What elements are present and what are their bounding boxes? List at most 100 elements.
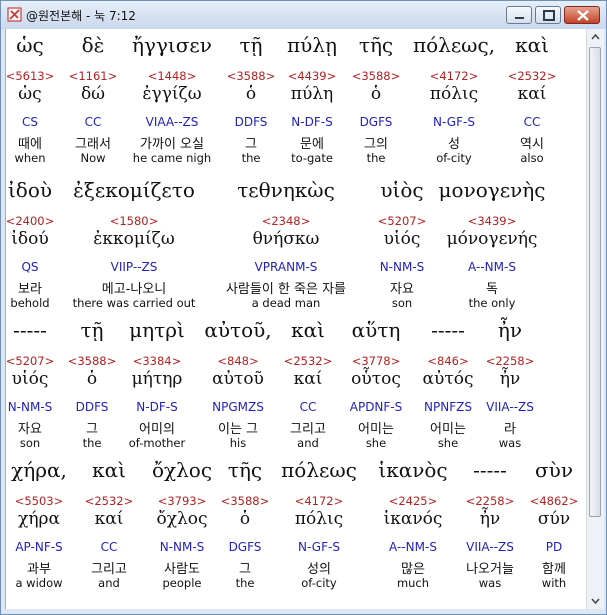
lemma: καί [517,84,547,104]
korean-gloss: 어미는 [358,422,394,437]
korean-gloss: 많은 [401,562,425,577]
greek-word[interactable]: ----- [13,318,47,342]
morphology-code: DGFS [359,115,393,129]
greek-word[interactable]: ὡς [16,33,44,57]
greek-word[interactable]: ἦν [498,318,522,342]
korean-gloss: 어미의 [139,422,175,437]
title-bar[interactable]: @원전본해 - 눅 7:12 [1,1,606,29]
greek-word[interactable]: πύλῃ [287,33,337,57]
english-gloss: behold [10,296,50,310]
lemma: μόνογενής [446,229,538,249]
morphology-code: NPGMZS [212,400,264,414]
greek-word[interactable]: τῇ [80,318,103,342]
greek-word[interactable]: ὄχλος [152,458,212,482]
morphology-code: CC [84,115,102,129]
lemma: ὁ [86,369,98,389]
strong-number: <5613> [5,69,55,83]
greek-word[interactable]: ἰδοὺ [8,178,52,202]
korean-gloss: 사람도 [164,562,200,577]
english-gloss: people [162,576,202,590]
greek-word[interactable]: μητρὶ [129,318,185,342]
greek-word[interactable]: δὲ [82,33,105,57]
greek-word[interactable]: καὶ [515,33,549,57]
greek-word[interactable]: ----- [473,458,507,482]
strong-number: <3384> [132,354,182,368]
english-gloss: she [365,436,387,450]
lemma: ἰδού [11,229,49,249]
lemma: ἐγγίζω [142,84,202,104]
korean-gloss: 문에 [300,137,324,152]
greek-word[interactable]: ἤγγισεν [132,33,212,57]
strong-number: <3588> [67,354,117,368]
bible-app-icon[interactable] [7,7,22,22]
greek-word[interactable]: υἱὸς [380,178,423,202]
korean-gloss: 성 [448,137,460,152]
greek-word[interactable]: τῆς [228,458,262,482]
minimize-button[interactable] [506,6,532,24]
morphology-code: A--NM-S [389,540,437,554]
greek-word[interactable]: αὕτη [352,318,401,342]
strong-number: <846> [427,354,469,368]
vertical-scrollbar[interactable] [586,29,604,609]
english-gloss: with [541,576,567,590]
greek-word[interactable]: μονογενὴς [439,178,546,202]
english-gloss: of-city [436,151,472,165]
english-gloss: was [478,576,502,590]
morphology-code: N-NM-S [7,400,53,414]
lemma: υἱός [383,229,421,249]
maximize-button[interactable] [535,6,561,24]
greek-word[interactable]: ----- [431,318,465,342]
morphology-code: QS [21,260,39,274]
scroll-thumb[interactable] [589,47,601,517]
greek-word[interactable]: καὶ [291,318,325,342]
interlinear-view[interactable]: ὡς δὲ ἤγγισεν τῇ πύλῃ τῆς πόλεως, καὶ <5613> <116… [5,29,586,609]
scroll-down-button[interactable] [588,593,603,608]
english-gloss: was [498,436,522,450]
strong-number: <848> [217,354,259,368]
english-gloss: a widow [15,576,63,590]
lemma: πόλις [429,84,479,104]
strong-number: <1448> [147,69,197,83]
english-gloss: and [297,436,319,450]
korean-gloss: 자요 [390,282,414,297]
greek-word[interactable]: τῆς [359,33,393,57]
korean-gloss: 역시 [520,137,544,152]
greek-word[interactable]: ἐξεκομίζετο [73,178,195,202]
lemma: θνήσκω [252,229,320,249]
morphology-code: VIIA--ZS [486,400,534,414]
korean-gloss: 그래서 [75,137,111,152]
morphology-code: N-NM-S [159,540,205,554]
window-title: @원전본해 - 눅 7:12 [26,9,136,23]
greek-word[interactable]: χήρα, [11,458,67,482]
lemma: υἱός [11,369,49,389]
english-gloss: the [82,436,102,450]
lemma: ἦν [499,369,521,389]
greek-word[interactable]: πόλεως, [413,33,495,57]
close-icon [577,10,589,21]
korean-gloss: 라 [504,422,516,437]
strong-number: <2425> [388,494,438,508]
maximize-icon [543,10,555,21]
strong-number: <5207> [377,214,427,228]
strong-number: <1580> [109,214,159,228]
morphology-code: VIAA--ZS [145,115,199,129]
greek-word[interactable]: ἱκανὸς [378,458,447,482]
morphology-code: CC [523,115,541,129]
strong-number: <4862> [529,494,579,508]
strong-number: <4439> [287,69,337,83]
greek-word[interactable]: τεθνηκὼς [237,178,335,202]
korean-gloss: 그의 [364,137,388,152]
greek-word[interactable]: σὺν [535,458,573,482]
morphology-code: AP-NF-S [15,540,63,554]
english-gloss: of-city [301,576,337,590]
greek-word[interactable]: καὶ [92,458,126,482]
korean-gloss: 나오거늘 [466,562,514,577]
english-gloss: Now [80,151,106,165]
greek-word[interactable]: αὐτοῦ, [204,318,271,342]
greek-word[interactable]: τῇ [239,33,262,57]
greek-word[interactable]: πόλεως [281,458,357,482]
scroll-up-button[interactable] [588,30,603,45]
strong-number: <2258> [465,494,515,508]
close-button[interactable] [564,6,600,24]
strong-number: <3588> [351,69,401,83]
